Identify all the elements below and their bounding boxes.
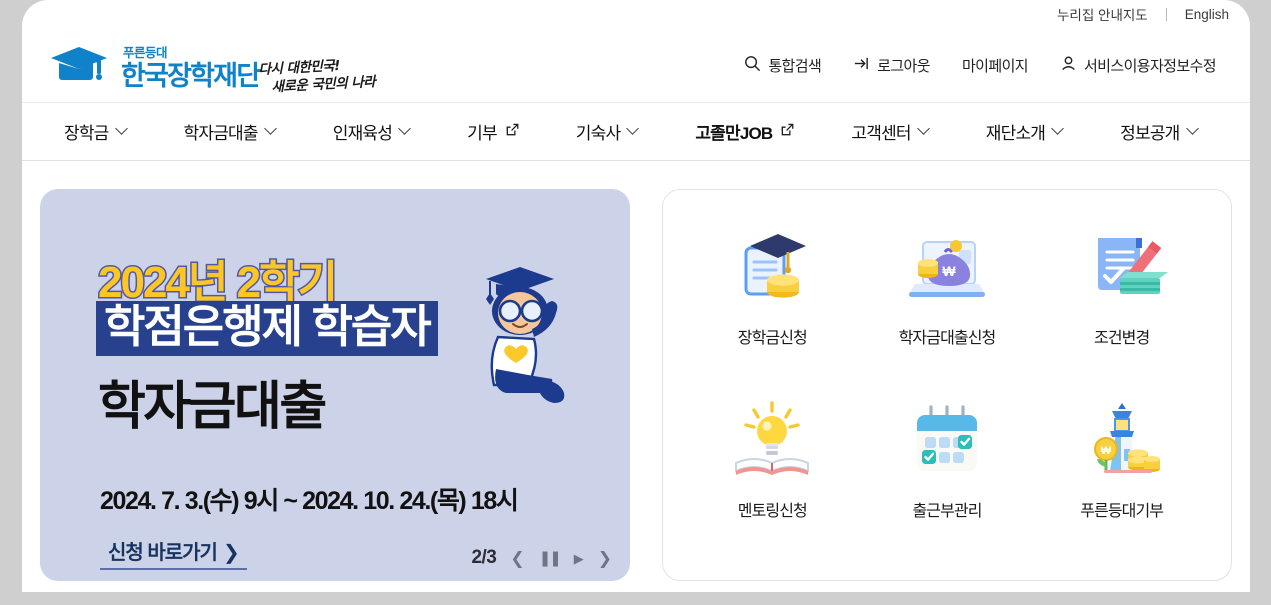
quick-link-label: 출근부관리 (912, 503, 982, 520)
banner-cta-link[interactable]: 신청 바로가기 ❯ (100, 536, 247, 570)
nav-label: 고졸만JOB (695, 124, 773, 143)
banner-date-range: 2024. 7. 3.(수) 9시 ~ 2024. 10. 24.(목) 18시 (100, 487, 519, 515)
header-utility-nav: 통합검색 로그아웃 마이페이지 서비스이용자정보수정 (728, 28, 1232, 103)
search-icon (744, 55, 761, 76)
carousel-prev-button[interactable]: ❮ (510, 550, 524, 567)
nav-label: 학자금대출 (183, 124, 259, 143)
nav-item-dormitory[interactable]: 기숙사 (576, 119, 640, 144)
quick-link-label: 조건변경 (1094, 330, 1150, 347)
nav-item-highschool-job[interactable]: 고졸만JOB (695, 119, 795, 144)
carousel-next-button[interactable]: ❯ (598, 550, 612, 567)
carousel-play-button[interactable]: ▶ (574, 552, 584, 565)
quick-link-condition-change[interactable]: 조건변경 (1034, 216, 1209, 389)
nav-label: 고객센터 (851, 124, 911, 143)
nav-label: 기숙사 (575, 124, 621, 143)
chevron-down-icon (400, 124, 411, 135)
logo-text: 푸른등대 한국장학재단 (121, 46, 261, 91)
money-bag-laptop-icon: ₩ (901, 224, 993, 316)
calendar-check-icon (901, 397, 993, 489)
lightbulb-book-icon (726, 397, 818, 489)
nav-item-information-disclosure[interactable]: 정보공개 (1120, 119, 1198, 144)
carousel-controls: 2/3 ❮ ❚❚ ▶ ❯ (471, 547, 612, 569)
quick-link-student-loan-application[interactable]: ₩ 학자금대출신청 (860, 216, 1035, 389)
quick-link-label: 푸른등대기부 (1080, 503, 1164, 520)
nav-item-customer-center[interactable]: 고객센터 (851, 119, 929, 144)
mascot-character (468, 251, 598, 431)
mypage-button[interactable]: 마이페이지 (946, 55, 1044, 76)
quick-links-panel: 장학금신청 ₩ 학자금대출신청 조건변경 멘토링신청 출근부관리 ₩ 푸른등대기… (662, 189, 1232, 581)
banner-headline-2: 학점은행제 학습자 (96, 301, 438, 356)
english-link[interactable]: English (1167, 7, 1247, 22)
chevron-down-icon (919, 124, 930, 135)
chevron-down-icon (1053, 124, 1064, 135)
banner-cta-label: 신청 바로가기 (108, 542, 218, 564)
nav-item-student-loan[interactable]: 학자금대출 (184, 119, 277, 144)
nav-item-about-foundation[interactable]: 재단소개 (986, 119, 1064, 144)
main-navigation: 장학금 학자금대출 인재육성 기부 기숙사 고졸만JOB 고객센터 재단소개 정… (22, 103, 1250, 161)
chevron-down-icon (266, 124, 277, 135)
nav-label: 장학금 (64, 124, 109, 143)
quick-link-label: 멘토링신청 (737, 503, 808, 520)
user-info-edit-label: 서비스이용자정보수정 (1083, 58, 1217, 75)
quick-link-label: 장학금신청 (737, 330, 808, 347)
banner-headline-3: 학자금대출 (98, 378, 327, 436)
quick-link-scholarship-application[interactable]: 장학금신청 (685, 216, 860, 389)
chevron-down-icon (628, 124, 639, 135)
quick-link-blue-lighthouse-donation[interactable]: ₩ 푸른등대기부 (1034, 389, 1209, 562)
external-link-icon (780, 122, 795, 142)
integrated-search-button[interactable]: 통합검색 (728, 55, 837, 76)
logo-title: 한국장학재단 (121, 60, 261, 91)
nav-item-talent-development[interactable]: 인재육성 (333, 119, 411, 144)
lighthouse-coins-icon: ₩ (1076, 397, 1168, 489)
logout-icon (853, 55, 870, 76)
quick-links-grid: 장학금신청 ₩ 학자금대출신청 조건변경 멘토링신청 출근부관리 ₩ 푸른등대기… (663, 190, 1231, 580)
site-logo[interactable]: 푸른등대 한국장학재단 (49, 44, 261, 93)
promo-banner[interactable]: 2024년 2학기 학점은행제 학습자 학자금대출 2024. 7. 3.(수)… (40, 189, 630, 581)
integrated-search-label: 통합검색 (768, 58, 822, 75)
logout-button[interactable]: 로그아웃 (837, 55, 946, 76)
chevron-down-icon (1188, 124, 1199, 135)
nav-item-donation[interactable]: 기부 (467, 119, 520, 144)
site-header: 푸른등대 한국장학재단 다시 대한민국! 새로운 국민의 나라 통합검색 로그아… (22, 28, 1250, 103)
logout-label: 로그아웃 (877, 58, 930, 75)
svg-text:₩: ₩ (1100, 445, 1111, 457)
user-info-edit-button[interactable]: 서비스이용자정보수정 (1044, 55, 1232, 76)
external-link-icon (505, 122, 520, 142)
graduation-cap-document-coins-icon (726, 224, 818, 316)
nav-label: 재단소개 (985, 124, 1046, 143)
chevron-down-icon (117, 124, 128, 135)
graduation-cap-icon (49, 44, 113, 93)
top-utility-bar: 누리집 안내지도 English (0, 0, 1271, 28)
nav-label: 기부 (467, 124, 497, 143)
quick-link-mentoring-application[interactable]: 멘토링신청 (685, 389, 860, 562)
page-frame: 푸른등대 한국장학재단 다시 대한민국! 새로운 국민의 나라 통합검색 로그아… (22, 0, 1250, 592)
chevron-right-icon: ❯ (222, 542, 240, 564)
nav-label: 정보공개 (1120, 124, 1180, 143)
document-pencil-cash-icon (1076, 224, 1168, 316)
logo-subtitle: 푸른등대 (123, 46, 168, 61)
mypage-label: 마이페이지 (961, 58, 1029, 75)
government-slogan: 다시 대한민국! 새로운 국민의 나라 (258, 55, 376, 97)
user-icon (1060, 55, 1077, 76)
svg-text:₩: ₩ (942, 263, 956, 279)
sitemap-link[interactable]: 누리집 안내지도 (1039, 4, 1166, 24)
nav-label: 인재육성 (332, 124, 393, 143)
main-content: 2024년 2학기 학점은행제 학습자 학자금대출 2024. 7. 3.(수)… (22, 161, 1250, 592)
quick-link-label: 학자금대출신청 (898, 330, 997, 347)
nav-item-scholarship[interactable]: 장학금 (64, 119, 128, 144)
carousel-counter: 2/3 (471, 547, 497, 568)
carousel-pause-button[interactable]: ❚❚ (539, 551, 562, 566)
quick-link-attendance-management[interactable]: 출근부관리 (860, 389, 1035, 562)
